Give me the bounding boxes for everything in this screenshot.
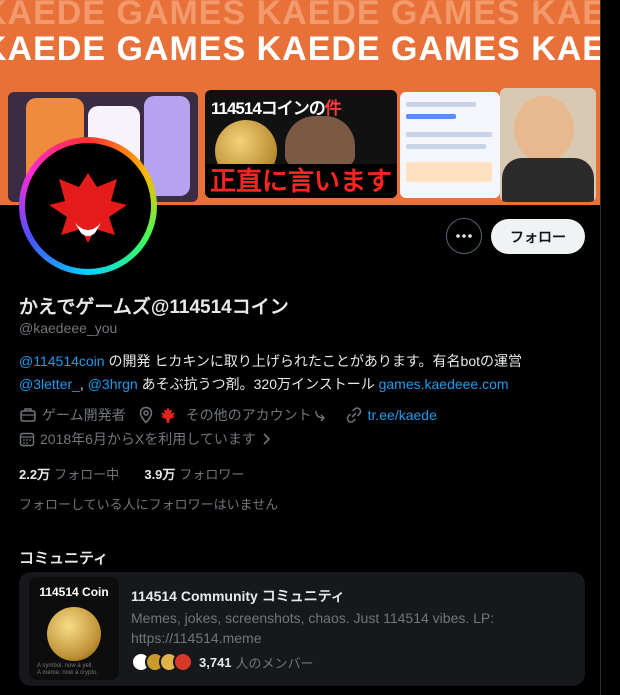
bio-mention-3hrgn[interactable]: @3hrgn xyxy=(88,376,138,392)
bio-mention-114514coin[interactable]: @114514coin xyxy=(19,353,105,369)
profile-avatar[interactable] xyxy=(19,137,157,275)
location-pin-icon xyxy=(139,406,152,424)
bio-text: あそぶ抗うつ剤。320万インストール xyxy=(137,376,379,392)
briefcase-icon xyxy=(20,408,36,422)
chevron-right-icon xyxy=(263,433,270,445)
profile-category: ゲーム開発者 xyxy=(19,405,126,425)
profile-bio: @114514coin の開発 ヒカキンに取り上げられたことがあります。有名bo… xyxy=(19,353,522,392)
follow-button[interactable]: フォロー xyxy=(491,219,585,254)
community-card[interactable]: 114514 Coin A symbol. now a yell. A meme.… xyxy=(19,572,585,686)
followers-link[interactable]: 3.9万 フォロワー xyxy=(144,467,244,482)
maple-leaf-icon xyxy=(160,407,175,423)
member-avatar xyxy=(173,652,193,672)
user-handle: @kaedeee_you xyxy=(19,320,118,336)
profile-joined[interactable]: 2018年6月からXを利用しています xyxy=(19,429,289,449)
community-members: 3,741 人のメンバー xyxy=(131,652,314,672)
banner-thumb-webpage xyxy=(400,92,500,198)
more-options-button[interactable] xyxy=(446,218,482,254)
banner-thumb-coin-video: 114514コインの件 正直に言います xyxy=(205,90,397,198)
link-icon xyxy=(346,407,361,423)
profile-location: その他のアカウント xyxy=(138,405,333,425)
display-name: かえでゲームズ@114514コイン xyxy=(19,297,289,318)
bio-mention-3letter[interactable]: @3letter_ xyxy=(19,376,80,392)
corner-arrow-icon xyxy=(314,410,325,422)
bio-text: の開発 ヒカキンに取り上げられたことがあります。有名botの運営 xyxy=(104,353,522,369)
community-thumbnail: 114514 Coin A symbol. now a yell. A meme.… xyxy=(29,577,119,680)
ellipsis-icon xyxy=(456,234,472,238)
communities-section-title: コミュニティ xyxy=(19,550,109,567)
profile-website[interactable]: tr.ee/kaede xyxy=(345,406,437,424)
following-link[interactable]: 2.2万 フォロー中 xyxy=(19,467,119,482)
profile-meta: ゲーム開発者 その他のアカウント tr.ee/kaede xyxy=(19,405,449,425)
banner-thumb-person xyxy=(500,88,596,202)
followers-you-know-notice: フォローしている人にフォロワーはいません xyxy=(19,497,279,512)
follow-stats: 2.2万 フォロー中 3.9万 フォロワー xyxy=(19,464,244,483)
community-description: Memes, jokes, screenshots, chaos. Just 1… xyxy=(131,610,495,646)
community-name: 114514 Community コミュニティ xyxy=(131,588,345,604)
calendar-icon xyxy=(19,432,35,447)
bio-website-link[interactable]: games.kaedeee.com xyxy=(379,376,509,392)
maple-mascot-logo xyxy=(49,173,127,243)
right-scroll-edge xyxy=(600,0,620,695)
